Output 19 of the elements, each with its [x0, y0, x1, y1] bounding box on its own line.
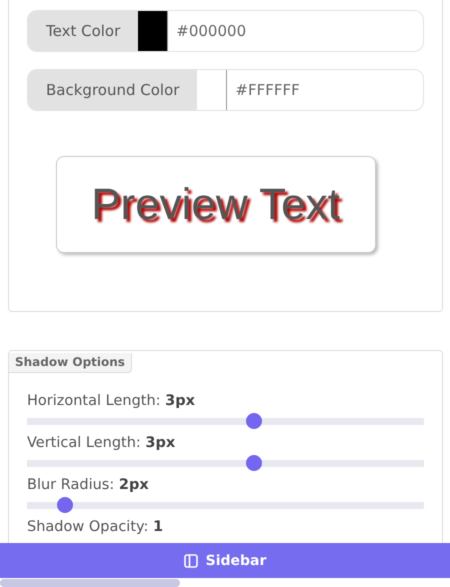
slider-label: Blur Radius: 2px	[27, 477, 150, 493]
color-value: #FFFFFF	[234, 80, 301, 101]
slider-thumb[interactable]	[246, 413, 262, 429]
section-legend: Shadow Options	[9, 353, 132, 373]
preview-text: Preview Text	[91, 180, 340, 230]
field-label: Background Color	[28, 70, 198, 110]
slider-label: Shadow Opacity: 1	[27, 519, 164, 535]
field-label: Text Color	[28, 11, 138, 51]
color-value: #000000	[175, 21, 248, 42]
sidebar-button[interactable]: Sidebar	[0, 543, 450, 578]
color-field[interactable]: Text Color #000000	[27, 10, 424, 52]
slider-label: Horizontal Length: 3px	[27, 393, 196, 409]
slider-label: Vertical Length: 3px	[27, 435, 176, 451]
color-field[interactable]: Background Color #FFFFFF	[27, 69, 424, 111]
sidebar-icon	[184, 554, 198, 568]
scrollbar[interactable]	[0, 579, 180, 587]
slider-thumb[interactable]	[246, 455, 262, 471]
color-swatch[interactable]	[138, 11, 168, 51]
slider-thumb[interactable]	[56, 497, 73, 513]
